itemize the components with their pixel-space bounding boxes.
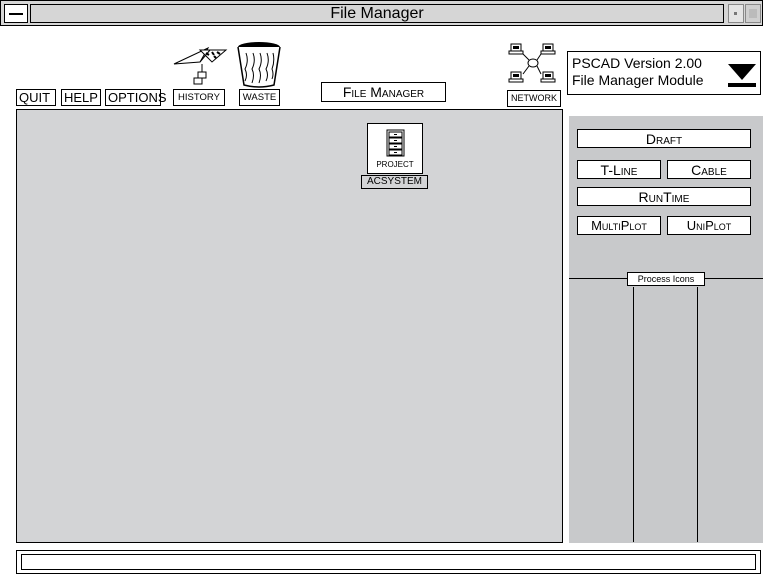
file-area[interactable] [16,109,563,543]
history-button[interactable]: HISTORY [173,89,225,106]
window-title: File Manager [30,4,724,23]
system-menu-button[interactable] [4,4,28,23]
cable-button[interactable]: Cable [667,160,751,179]
minimize-button[interactable] [728,4,744,23]
process-icons-label: Process Icons [627,272,705,286]
tline-button[interactable]: T-Line [577,160,661,179]
status-bar [16,550,761,574]
uniplot-button[interactable]: UniPlot [667,216,751,235]
history-icon[interactable] [170,44,230,90]
options-button[interactable]: OPTIONS [105,89,167,106]
network-button[interactable]: NETWORK [507,90,561,107]
runtime-button[interactable]: RunTime [577,187,751,206]
project-name-label[interactable]: ACSYSTEM [361,175,428,189]
waste-button[interactable]: WASTE [239,89,280,106]
network-icon[interactable] [505,42,561,90]
draft-button[interactable]: Draft [577,129,751,148]
menu-arrow-icon[interactable] [727,63,757,89]
multiplot-button[interactable]: MultiPlot [577,216,661,235]
status-field[interactable] [21,554,756,570]
help-button[interactable]: HELP [61,89,101,106]
waste-icon[interactable] [235,41,283,89]
project-type-label: PROJECT [376,160,414,169]
quit-button[interactable]: QUIT [16,89,56,106]
project-item[interactable]: PROJECT [367,123,423,174]
module-title: File Manager [321,82,446,102]
process-column-divider [633,287,634,542]
module-panel [569,116,763,543]
maximize-button[interactable] [745,4,761,23]
project-icon [386,129,405,157]
process-column-divider [697,287,698,542]
